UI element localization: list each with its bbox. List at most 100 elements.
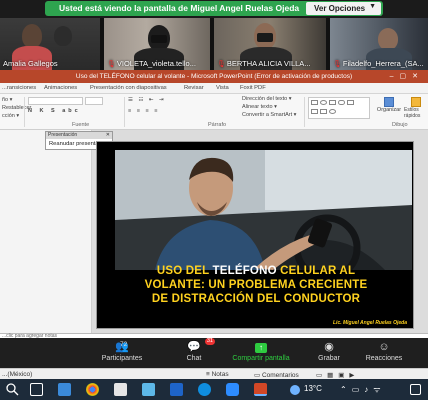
powerpoint-window: Uso del TELÉFONO celular al volante - Mi… (0, 70, 428, 338)
zoom-control-bar: 👥 72 Participantes 💬 31 Chat ↑ Compartir … (0, 338, 428, 368)
share-status-pill: Usted está viendo la pantalla de Miguel … (45, 1, 383, 16)
chat-button[interactable]: 💬 31 Chat (180, 338, 215, 362)
participant-tile[interactable]: 🎙VIOLETA_violeta.tello... (104, 18, 210, 70)
quick-styles-button[interactable]: Estilos rápidos (404, 97, 428, 121)
ribbon-layout-button[interactable]: ño ▾ (2, 97, 12, 103)
ppt-window-title: Uso del TELÉFONO celular al volante - Mi… (75, 73, 353, 80)
powerpoint-icon[interactable] (254, 383, 267, 396)
view-buttons[interactable]: ▭▦▣▶ (316, 371, 359, 379)
line-shape-icon (311, 109, 318, 114)
paragraph-list-buttons[interactable]: ☰ ☷ ⇤ ⇥ (128, 97, 166, 103)
record-icon: ◉ (324, 341, 334, 353)
record-button[interactable]: ◉ Grabar (314, 341, 344, 362)
arrow-shape-icon (347, 100, 354, 105)
explorer-icon[interactable] (114, 383, 127, 396)
triangle-shape-icon (320, 109, 327, 114)
muted-mic-icon: 🎙 (333, 61, 342, 68)
participant-tile[interactable]: 🎙Filadelfo_Herrera_(SA... (330, 18, 428, 70)
chevron-down-icon: ▼ (369, 3, 376, 10)
rectangle-shape-icon (329, 100, 336, 105)
group-label-parrafo: Párrafo (208, 122, 227, 128)
muted-mic-icon: 🎙 (217, 61, 226, 68)
share-status-text: Usted está viendo la pantalla de Miguel … (59, 3, 300, 13)
driver-on-phone-image (115, 150, 412, 270)
arrange-icon (384, 97, 394, 107)
windows-taskbar: 13°C ⌃▭♪ᯤ (0, 379, 428, 400)
window-controls[interactable]: –▢✕ (390, 72, 424, 80)
participants-button[interactable]: 👥 72 Participantes (94, 341, 150, 362)
participant-name: 🎙Filadelfo_Herrera_(SA... (333, 59, 424, 68)
notes-toggle[interactable]: ≡ Notas (206, 371, 229, 378)
slide-canvas[interactable]: USO DEL TELÉFONO CELULAR AL VOLANTE: UN … (96, 141, 414, 329)
participant-video (378, 28, 398, 50)
ppt-workspace: Presentación ✕ Reanudar presentación USO… (0, 130, 428, 333)
text-direction-button[interactable]: Dirección del texto ▾ (242, 96, 292, 102)
system-tray-icons[interactable]: ⌃▭♪ᯤ (340, 384, 386, 395)
tab-vista[interactable]: Vista (216, 85, 229, 91)
reactions-button[interactable]: ☺ Reacciones (362, 341, 406, 362)
ppt-status-bar: ...(México) ≡ Notas ▭ Comentarios ▭▦▣▶ (0, 368, 428, 379)
participant-name: Amalia Gallegos (3, 59, 58, 68)
ribbon-reset-button[interactable]: Restablecer (2, 105, 31, 111)
zoom-icon[interactable] (226, 383, 239, 396)
ribbon-section-button[interactable]: cción ▾ (2, 113, 19, 119)
participant-strip: Amalia Gallegos 🎙VIOLETA_violeta.tello..… (0, 18, 428, 70)
slide-author: Lic. Miguel Angel Ruelas Ojeda (333, 320, 407, 326)
ppt-title-bar: Uso del TELÉFONO celular al volante - Mi… (0, 70, 428, 83)
font-name-select[interactable] (28, 97, 83, 105)
status-language: ...(México) (2, 371, 33, 378)
headline-line-2: VOLANTE: UN PROBLEMA CRECIENTE (144, 279, 368, 291)
search-icon[interactable] (6, 383, 19, 396)
oval-shape-icon (320, 100, 327, 105)
comments-toggle[interactable]: ▭ Comentarios (254, 371, 299, 379)
store-icon[interactable] (142, 383, 155, 396)
headline-part: USO DEL (156, 265, 213, 277)
participants-count: 72 (120, 341, 128, 348)
tab-animaciones[interactable]: Animaciones (44, 85, 77, 91)
tab-presentacion[interactable]: Presentación con diapositivas (90, 85, 167, 91)
zoom-share-banner: Usted está viendo la pantalla de Miguel … (0, 0, 428, 18)
view-options-button[interactable]: Ver Opciones ▼ (306, 2, 381, 15)
group-label-fuente: Fuente (72, 122, 90, 128)
circle-shape-icon (329, 109, 336, 114)
headline-part: CELULAR AL (276, 265, 356, 277)
record-label: Grabar (318, 355, 340, 362)
participant-tile[interactable]: Amalia Gallegos (0, 18, 100, 70)
popup-header: Presentación ✕ (46, 132, 112, 139)
align-text-button[interactable]: Alinear texto ▾ (242, 104, 277, 110)
weather-icon (290, 385, 300, 395)
reactions-icon: ☺ (378, 341, 390, 353)
shapes-gallery[interactable] (308, 97, 370, 119)
notifications-icon[interactable] (410, 384, 421, 395)
tab-revisar[interactable]: Revisar (184, 85, 204, 91)
organizar-button[interactable]: Organizar (376, 97, 402, 121)
view-options-label: Ver Opciones (314, 4, 366, 13)
close-icon[interactable]: ✕ (106, 132, 110, 138)
task-view-icon[interactable] (30, 383, 43, 396)
slide-headline: USO DEL TELÉFONO CELULAR AL VOLANTE: UN … (97, 264, 413, 306)
file-explorer-icon[interactable] (58, 383, 71, 396)
headline-highlight: TELÉFONO (212, 265, 277, 277)
rectangle-shape-icon (311, 100, 318, 105)
chat-icon: 💬 31 (187, 338, 215, 353)
screen: Usted está viendo la pantalla de Miguel … (0, 0, 428, 400)
ppt-ribbon: ño ▾ Restablecer cción ▾ N K S abc Fuent… (0, 94, 428, 130)
slide-thumbnail-pane[interactable] (0, 130, 92, 333)
participant-name: 🎙BERTHA ALICIA VILLA... (217, 59, 311, 68)
group-label-dibujo: Dibujo (392, 122, 408, 128)
font-format-buttons[interactable]: N K S abc (28, 108, 81, 114)
font-size-select[interactable] (85, 97, 103, 105)
chrome-icon[interactable] (86, 383, 99, 396)
temperature-readout: 13°C (304, 384, 322, 393)
mail-icon[interactable] (170, 383, 183, 396)
share-screen-label: Compartir pantalla (232, 355, 290, 362)
slide-photo (115, 150, 412, 270)
participant-tile[interactable]: 🎙BERTHA ALICIA VILLA... (214, 18, 326, 70)
paragraph-align-buttons[interactable]: ≡ ≡ ≡ ≡ (128, 108, 159, 114)
smartart-button[interactable]: Convertir a SmartArt ▾ (242, 112, 296, 118)
tab-transiciones[interactable]: ...ransiciones (2, 85, 36, 91)
tab-foxit-pdf[interactable]: Foxit PDF (240, 85, 266, 91)
share-screen-button[interactable]: ↑ Compartir pantalla (226, 341, 296, 362)
edge-icon[interactable] (198, 383, 211, 396)
participant-video (22, 24, 42, 48)
